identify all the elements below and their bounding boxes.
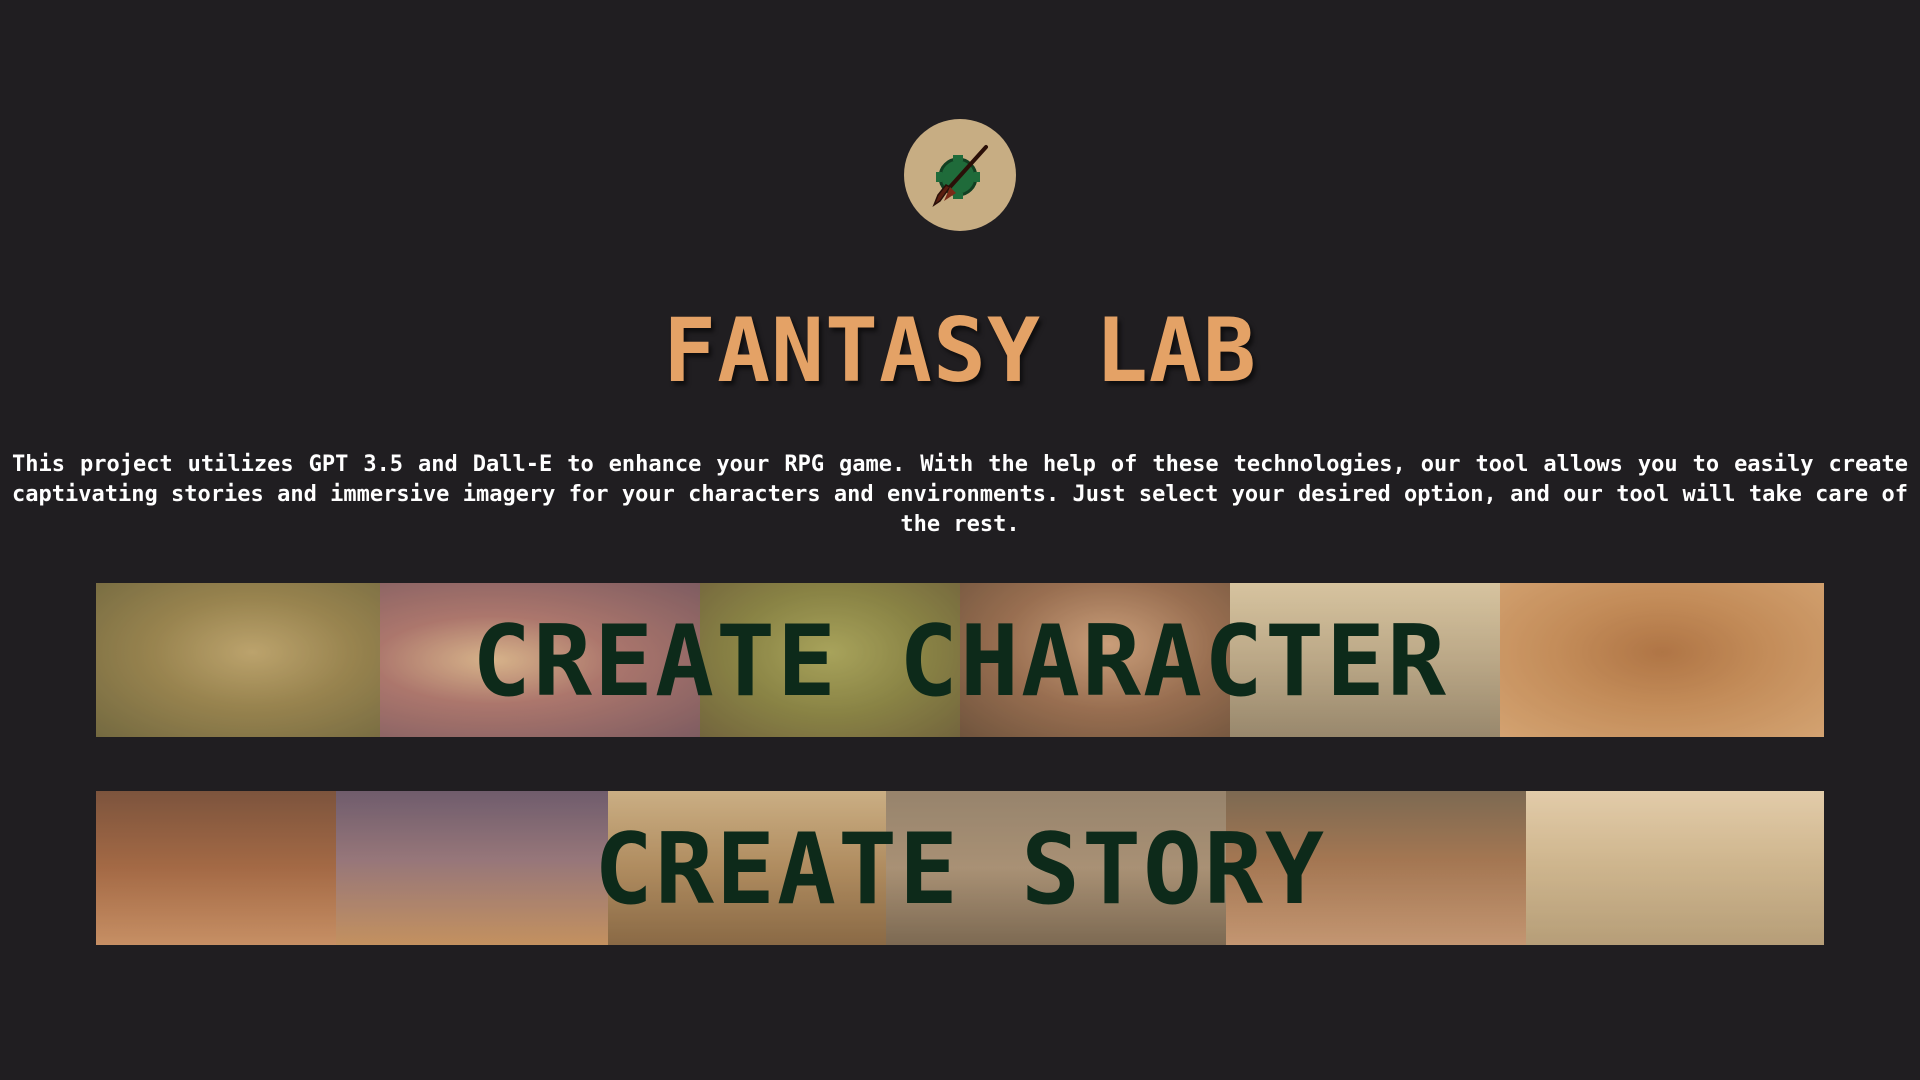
- project-description: This project utilizes GPT 3.5 and Dall-E…: [12, 452, 1908, 537]
- create-character-button[interactable]: CREATE CHARACTER: [96, 583, 1824, 737]
- create-story-button[interactable]: CREATE STORY: [96, 791, 1824, 945]
- compass-quill-icon: [932, 145, 988, 207]
- create-story-label: CREATE STORY: [593, 813, 1326, 927]
- create-character-label: CREATE CHARACTER: [471, 605, 1448, 719]
- app-logo: [904, 119, 1016, 231]
- page-title: FANTASY LAB: [663, 299, 1257, 402]
